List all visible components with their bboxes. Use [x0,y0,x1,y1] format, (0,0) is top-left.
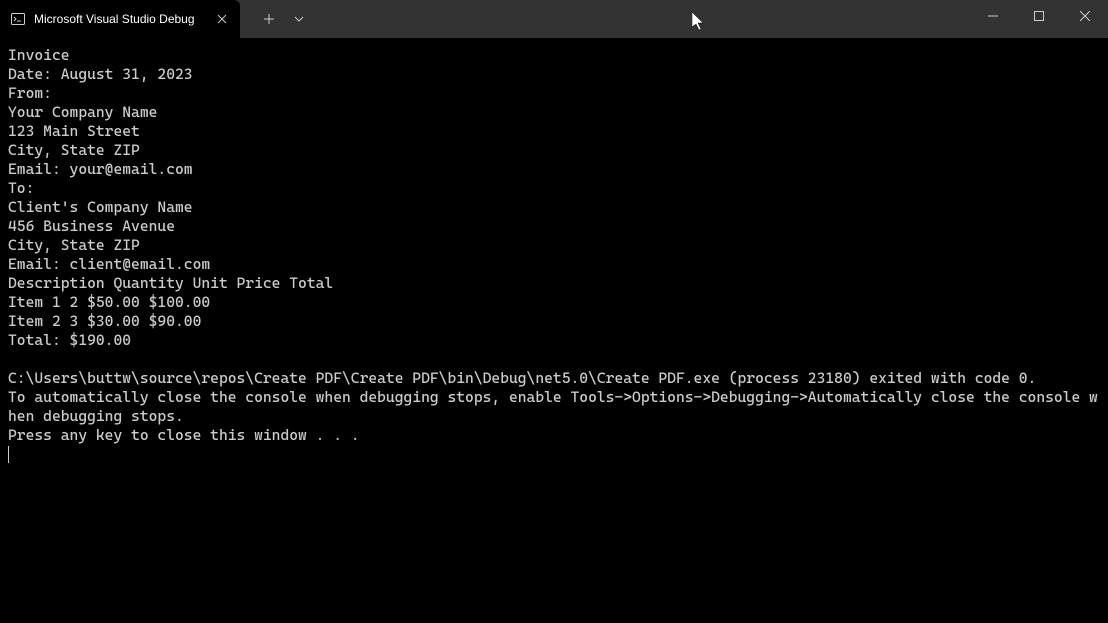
tab-active[interactable]: Microsoft Visual Studio Debug [0,0,240,38]
terminal-output[interactable]: Invoice Date: August 31, 2023 From: Your… [0,38,1108,472]
tab-close-button[interactable] [214,11,230,27]
titlebar: Microsoft Visual Studio Debug [0,0,1108,38]
minimize-button[interactable] [970,0,1016,32]
text-cursor [8,446,9,463]
window-controls [970,0,1108,32]
maximize-button[interactable] [1016,0,1062,32]
tab-dropdown-button[interactable] [284,4,314,34]
terminal-text: Invoice Date: August 31, 2023 From: Your… [8,46,1098,444]
terminal-icon [10,11,26,27]
tab-title: Microsoft Visual Studio Debug [34,12,202,26]
close-window-button[interactable] [1062,0,1108,32]
new-tab-button[interactable] [254,4,284,34]
